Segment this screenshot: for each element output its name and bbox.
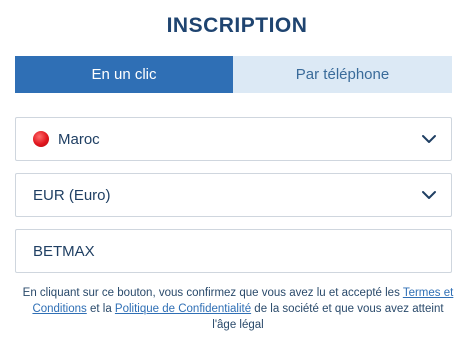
tab-one-click[interactable]: En un clic [15, 56, 233, 93]
registration-tabs: En un clic Par téléphone [15, 56, 452, 93]
privacy-link[interactable]: Politique de Confidentialité [115, 303, 251, 315]
tab-phone[interactable]: Par téléphone [233, 56, 452, 93]
chevron-down-icon [422, 135, 436, 143]
page-title: INSCRIPTION [166, 14, 308, 37]
country-select[interactable]: Maroc [15, 117, 452, 161]
promo-code-input[interactable] [15, 229, 452, 273]
currency-select[interactable]: EUR (Euro) [15, 173, 452, 217]
morocco-flag-icon [33, 131, 49, 147]
chevron-down-icon [422, 191, 436, 199]
legal-text-middle: et la [86, 303, 115, 315]
country-select-value: Maroc [58, 130, 100, 148]
legal-text-before: En cliquant sur ce bouton, vous confirme… [22, 287, 403, 299]
legal-notice: En cliquant sur ce bouton, vous confirme… [20, 285, 456, 333]
currency-select-value: EUR (Euro) [33, 186, 111, 204]
